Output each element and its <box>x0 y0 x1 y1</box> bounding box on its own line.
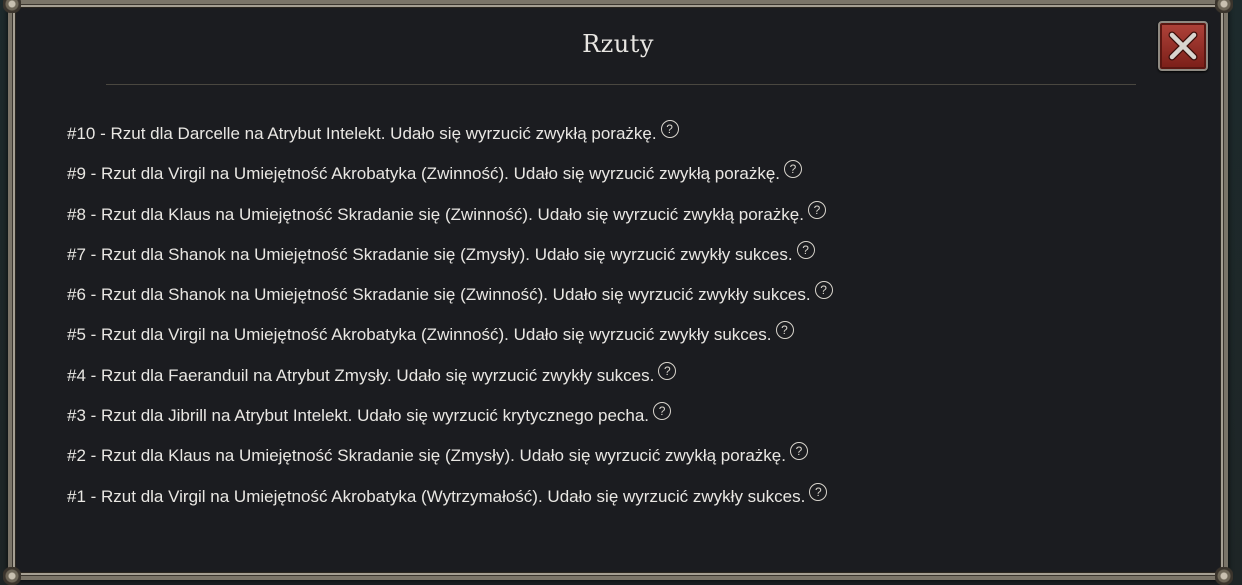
help-icon[interactable]: ? <box>784 160 803 179</box>
roll-entry: #9 - Rzut dla Virgil na Umiejętność Akro… <box>67 159 833 199</box>
frame-corner-ornament <box>1215 0 1233 13</box>
close-button[interactable] <box>1158 21 1208 71</box>
roll-entry: #6 - Rzut dla Shanok na Umiejętność Skra… <box>67 280 833 320</box>
rolls-dialog: Rzuty #10 - Rzut dla Darcelle na Atrybut… <box>3 0 1233 585</box>
dialog-title: Rzuty <box>582 30 654 58</box>
roll-entry-text: #9 - Rzut dla Virgil na Umiejętność Akro… <box>67 164 781 184</box>
roll-entry: #5 - Rzut dla Virgil na Umiejętność Akro… <box>67 320 833 360</box>
background-page-edge-right <box>1228 0 1242 585</box>
roll-entry-text: #2 - Rzut dla Klaus na Umiejętność Skrad… <box>67 446 786 466</box>
frame-corner-ornament <box>3 567 21 585</box>
roll-entry: #1 - Rzut dla Virgil na Umiejętność Akro… <box>67 482 833 522</box>
frame-corner-ornament <box>3 0 21 13</box>
help-icon[interactable]: ? <box>809 482 828 501</box>
roll-entry: #2 - Rzut dla Klaus na Umiejętność Skrad… <box>67 441 833 481</box>
close-x-icon <box>1168 31 1198 61</box>
roll-entry-text: #4 - Rzut dla Faeranduil na Atrybut Zmys… <box>67 365 655 385</box>
help-icon[interactable]: ? <box>658 361 677 380</box>
title-divider <box>106 84 1136 85</box>
roll-entry: #10 - Rzut dla Darcelle na Atrybut Intel… <box>67 119 833 159</box>
help-icon[interactable]: ? <box>796 240 815 259</box>
roll-history-list: #10 - Rzut dla Darcelle na Atrybut Intel… <box>67 119 833 522</box>
roll-entry-text: #5 - Rzut dla Virgil na Umiejętność Akro… <box>67 325 772 345</box>
help-icon[interactable]: ? <box>789 442 808 461</box>
roll-entry-text: #10 - Rzut dla Darcelle na Atrybut Intel… <box>67 124 657 143</box>
roll-entry: #4 - Rzut dla Faeranduil na Atrybut Zmys… <box>67 361 833 401</box>
roll-entry-text: #7 - Rzut dla Shanok na Umiejętność Skra… <box>67 244 793 264</box>
roll-entry: #8 - Rzut dla Klaus na Umiejętność Skrad… <box>67 200 833 240</box>
help-icon[interactable]: ? <box>660 120 679 138</box>
help-icon[interactable]: ? <box>814 281 833 300</box>
roll-entry-text: #6 - Rzut dla Shanok na Umiejętność Skra… <box>67 285 811 305</box>
help-icon[interactable]: ? <box>775 321 794 340</box>
help-icon[interactable]: ? <box>653 402 672 421</box>
roll-entry: #7 - Rzut dla Shanok na Umiejętność Skra… <box>67 240 833 280</box>
help-icon[interactable]: ? <box>807 200 826 219</box>
roll-entry-text: #8 - Rzut dla Klaus na Umiejętność Skrad… <box>67 204 804 224</box>
frame-corner-ornament <box>1215 567 1233 585</box>
roll-entry-text: #3 - Rzut dla Jibrill na Atrybut Intelek… <box>67 406 650 426</box>
roll-entry-text: #1 - Rzut dla Virgil na Umiejętność Akro… <box>67 486 806 506</box>
roll-entry: #3 - Rzut dla Jibrill na Atrybut Intelek… <box>67 401 833 441</box>
